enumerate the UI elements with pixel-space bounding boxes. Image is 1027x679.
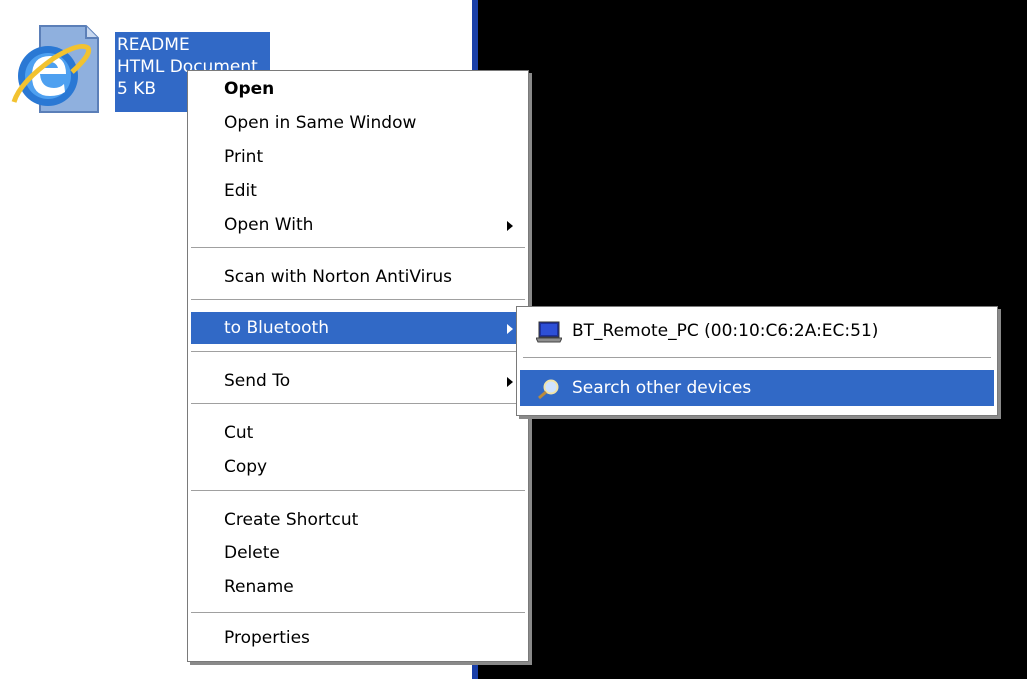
- menu-item-label: Print: [224, 147, 264, 167]
- menu-separator: [523, 357, 991, 359]
- submenu-item-label: BT_Remote_PC (00:10:C6:2A:EC:51): [572, 321, 879, 341]
- menu-item-label: Cut: [224, 423, 254, 443]
- menu-item-label: Properties: [224, 628, 310, 648]
- submenu-item-label: Search other devices: [572, 378, 752, 398]
- menu-item-open[interactable]: Open: [191, 73, 525, 105]
- submenu-item-search-devices[interactable]: Search other devices: [520, 370, 994, 406]
- search-icon: [536, 377, 562, 400]
- menu-item-label: to Bluetooth: [224, 318, 329, 338]
- menu-item-label: Open in Same Window: [224, 113, 417, 133]
- menu-item-scan-norton[interactable]: Scan with Norton AntiVirus: [191, 261, 525, 293]
- menu-item-print[interactable]: Print: [191, 141, 525, 173]
- menu-separator: [191, 299, 525, 301]
- menu-item-label: Scan with Norton AntiVirus: [224, 267, 452, 287]
- menu-item-label: Delete: [224, 543, 280, 563]
- menu-item-properties[interactable]: Properties: [191, 622, 525, 654]
- menu-item-open-with[interactable]: Open With: [191, 209, 525, 241]
- chevron-right-icon: [507, 221, 513, 231]
- menu-separator: [191, 351, 525, 353]
- ie-html-document-icon[interactable]: [10, 22, 102, 116]
- menu-item-label: Edit: [224, 181, 257, 201]
- chevron-right-icon: [507, 377, 513, 387]
- menu-item-label: Open: [224, 79, 275, 99]
- menu-item-rename[interactable]: Rename: [191, 571, 525, 603]
- menu-item-label: Copy: [224, 457, 268, 477]
- menu-separator: [191, 612, 525, 614]
- menu-item-label: Send To: [224, 371, 291, 391]
- menu-item-cut[interactable]: Cut: [191, 417, 525, 449]
- menu-item-delete[interactable]: Delete: [191, 537, 525, 569]
- menu-item-to-bluetooth[interactable]: to Bluetooth: [191, 312, 525, 344]
- menu-separator: [191, 490, 525, 492]
- menu-item-open-same-window[interactable]: Open in Same Window: [191, 107, 525, 139]
- menu-item-send-to[interactable]: Send To: [191, 365, 525, 397]
- menu-item-create-shortcut[interactable]: Create Shortcut: [191, 504, 525, 536]
- file-name: README: [117, 35, 190, 55]
- menu-separator: [191, 403, 525, 405]
- context-menu: Open Open in Same Window Print Edit Open…: [187, 70, 529, 662]
- menu-item-label: Open With: [224, 215, 314, 235]
- bluetooth-submenu: BT_Remote_PC (00:10:C6:2A:EC:51) Search …: [516, 306, 998, 416]
- menu-separator: [191, 247, 525, 249]
- menu-item-copy[interactable]: Copy: [191, 451, 525, 483]
- submenu-item-bt-remote-pc[interactable]: BT_Remote_PC (00:10:C6:2A:EC:51): [520, 313, 994, 349]
- menu-item-edit[interactable]: Edit: [191, 175, 525, 207]
- laptop-icon: [535, 320, 563, 343]
- menu-item-label: Rename: [224, 577, 294, 597]
- chevron-right-icon: [507, 324, 513, 334]
- menu-item-label: Create Shortcut: [224, 510, 359, 530]
